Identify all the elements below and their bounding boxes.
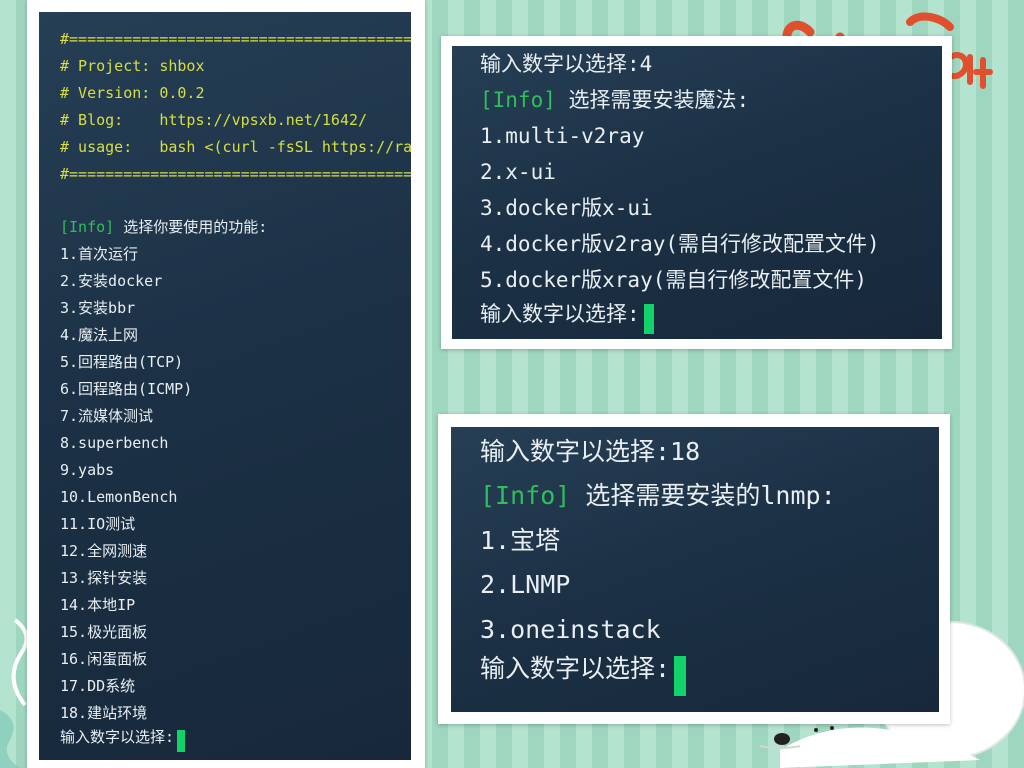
menu-item: 16.闲蛋面板 bbox=[60, 650, 148, 668]
block-cursor-icon bbox=[643, 304, 654, 334]
menu-item: 1.宝塔 bbox=[480, 526, 561, 555]
header-line: #====================================== bbox=[60, 30, 411, 48]
prompt-line[interactable]: 输入数字以选择: bbox=[480, 304, 654, 334]
header-line: # usage: bash <(curl -fsSL https://raw. bbox=[60, 138, 411, 156]
header-line: # Project: shbox bbox=[60, 57, 205, 75]
menu-item: 2.LNMP bbox=[480, 570, 571, 599]
prev-input-line: 输入数字以选择:4 bbox=[480, 52, 653, 76]
menu-item: 4.docker版v2ray(需自行修改配置文件) bbox=[480, 232, 880, 256]
prompt-line[interactable]: 输入数字以选择: bbox=[480, 654, 687, 696]
info-line: [Info] 选择需要安装魔法: bbox=[480, 90, 749, 111]
left-terminal-frame: #====================================== … bbox=[27, 0, 425, 768]
prompt-text: 输入数字以选择: bbox=[60, 728, 175, 746]
menu-item: 13.探针安装 bbox=[60, 569, 148, 587]
menu-item: 7.流媒体测试 bbox=[60, 407, 154, 425]
menu-item: 10.LemonBench bbox=[60, 488, 178, 506]
menu-item: 3.安装bbr bbox=[60, 299, 136, 317]
menu-item: 6.回程路由(ICMP) bbox=[60, 380, 193, 398]
menu-item: 12.全网测速 bbox=[60, 542, 148, 560]
left-terminal-window: #====================================== … bbox=[39, 12, 411, 760]
info-tag: [Info] bbox=[60, 218, 115, 236]
menu-item: 11.IO测试 bbox=[60, 515, 136, 533]
prompt-line[interactable]: 输入数字以选择: bbox=[60, 728, 186, 752]
menu-item: 3.docker版x-ui bbox=[480, 196, 653, 220]
info-text: 选择需要安装魔法: bbox=[555, 88, 750, 112]
info-text: 选择需要安装的lnmp: bbox=[570, 481, 836, 510]
menu-item: 5.回程路由(TCP) bbox=[60, 353, 184, 371]
prev-input-line: 输入数字以选择:18 bbox=[480, 437, 701, 466]
menu-item: 4.魔法上网 bbox=[60, 326, 139, 344]
menu-item: 1.multi-v2ray bbox=[480, 124, 645, 148]
bottom-right-terminal-window: 输入数字以选择:18 [Info] 选择需要安装的lnmp: 1.宝塔 2.LN… bbox=[451, 427, 939, 712]
header-line: # Version: 0.0.2 bbox=[60, 84, 205, 102]
menu-item: 9.yabs bbox=[60, 461, 115, 479]
menu-item: 15.极光面板 bbox=[60, 623, 148, 641]
info-line: [Info] 选择你要使用的功能: bbox=[60, 220, 267, 235]
info-text: 选择你要使用的功能: bbox=[114, 218, 268, 236]
header-line: # Blog: https://vpsxb.net/1642/ bbox=[60, 111, 368, 129]
menu-item: 2.安装docker bbox=[60, 272, 163, 290]
top-right-terminal-window: 输入数字以选择:4 [Info] 选择需要安装魔法: 1.multi-v2ray… bbox=[452, 46, 942, 339]
block-cursor-icon bbox=[674, 656, 687, 696]
prompt-text: 输入数字以选择: bbox=[480, 302, 640, 326]
menu-item: 8.superbench bbox=[60, 434, 169, 452]
info-tag: [Info] bbox=[480, 481, 571, 510]
menu-item: 18.建站环境 bbox=[60, 704, 148, 722]
top-right-terminal-frame: 输入数字以选择:4 [Info] 选择需要安装魔法: 1.multi-v2ray… bbox=[441, 36, 952, 349]
block-cursor-icon bbox=[177, 730, 186, 752]
bottom-right-terminal-frame: 输入数字以选择:18 [Info] 选择需要安装的lnmp: 1.宝塔 2.LN… bbox=[438, 414, 950, 724]
menu-item: 2.x-ui bbox=[480, 160, 556, 184]
menu-item: 1.首次运行 bbox=[60, 245, 139, 263]
menu-item: 17.DD系统 bbox=[60, 677, 136, 695]
menu-item: 14.本地IP bbox=[60, 596, 136, 614]
header-line: #====================================== bbox=[60, 165, 411, 183]
info-line: [Info] 选择需要安装的lnmp: bbox=[480, 483, 836, 508]
menu-item: 5.docker版xray(需自行修改配置文件) bbox=[480, 268, 868, 292]
menu-item: 3.oneinstack bbox=[480, 615, 661, 644]
info-tag: [Info] bbox=[480, 88, 556, 112]
prompt-text: 输入数字以选择: bbox=[480, 654, 671, 683]
